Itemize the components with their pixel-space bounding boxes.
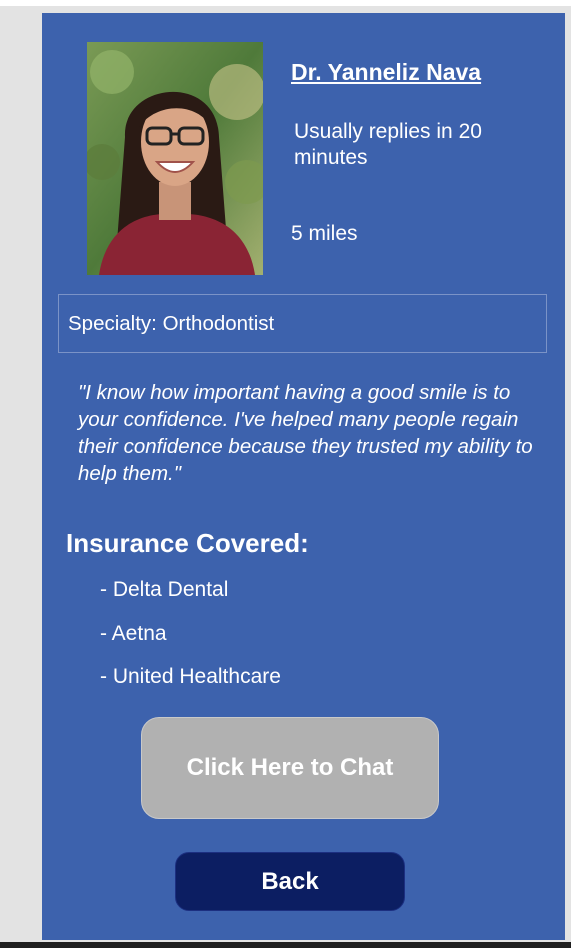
insurance-heading: Insurance Covered: xyxy=(66,528,309,558)
specialty-text: Specialty: Orthodontist xyxy=(68,311,275,335)
insurance-item: - United Healthcare xyxy=(100,665,281,688)
reply-time-text: Usually replies in 20 minutes xyxy=(294,120,482,169)
specialty-field: Specialty: Orthodontist xyxy=(58,294,547,353)
doctor-quote: "I know how important having a good smil… xyxy=(78,381,533,485)
doctor-photo xyxy=(87,42,263,275)
distance-text: 5 miles xyxy=(291,222,358,245)
back-button[interactable]: Back xyxy=(175,852,405,911)
insurance-list: - Delta Dental - Aetna - United Healthca… xyxy=(100,578,281,709)
chat-button[interactable]: Click Here to Chat xyxy=(141,717,439,819)
doctor-profile-panel: Dr. Yanneliz Nava Usually replies in 20 … xyxy=(42,13,565,940)
window-bottom-bar xyxy=(0,942,571,948)
insurance-item: - Delta Dental xyxy=(100,578,229,601)
doctor-name: Dr. Yanneliz Nava xyxy=(291,59,482,85)
insurance-item: - Aetna xyxy=(100,621,167,645)
window-top-strip xyxy=(0,0,571,6)
